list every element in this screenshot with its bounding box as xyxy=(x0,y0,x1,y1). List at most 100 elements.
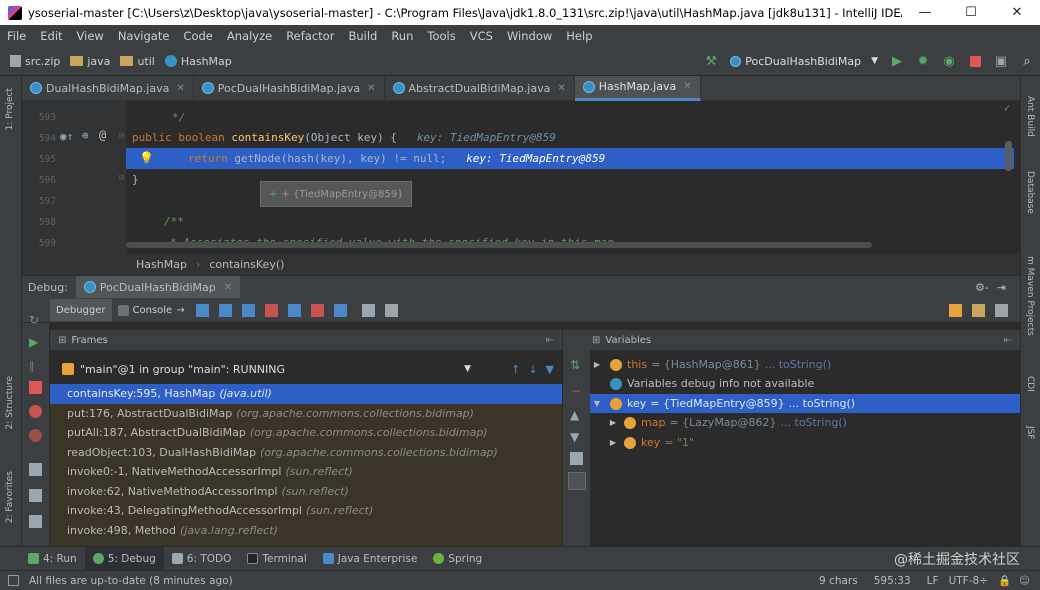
frame-item[interactable]: putAll:187, AbstractDualBidiMap (org.apac… xyxy=(50,423,562,443)
build-hammer-icon[interactable]: ⚒ xyxy=(703,53,719,69)
status-message[interactable]: All files are up-to-date (8 minutes ago) xyxy=(29,575,233,587)
variable-row-key[interactable]: ▼ key = {TiedMapEntry@859} ... toString(… xyxy=(590,394,1020,413)
move-down-icon[interactable]: ▼ xyxy=(570,430,579,444)
run-to-cursor-icon[interactable] xyxy=(333,303,347,317)
stop-icon[interactable] xyxy=(967,53,983,69)
force-step-into-icon[interactable] xyxy=(264,303,278,317)
tab-abstractdualbidimap[interactable]: AbstractDualBidiMap.java ✕ xyxy=(385,75,575,101)
show-execution-point-icon[interactable] xyxy=(195,303,209,317)
layout-icon[interactable] xyxy=(949,303,962,317)
nav-crumb-util[interactable]: util xyxy=(120,55,155,68)
frame-item[interactable]: readObject:103, DualHashBidiMap (org.apac… xyxy=(50,443,562,463)
move-up-icon[interactable]: ▲ xyxy=(570,408,579,422)
arrow-up-icon[interactable]: ↑ xyxy=(511,363,520,376)
code-editor[interactable]: 593 594 595 596 597 598 599 ◉↑ ⊕ @ ⊟ ⊟ 💡… xyxy=(22,101,1020,254)
tool-tab-debug[interactable]: 5: Debug xyxy=(84,546,164,571)
mute-breakpoints-icon[interactable] xyxy=(29,429,42,442)
frames-list[interactable]: containsKey:595, HashMap (java.util) put:… xyxy=(50,384,562,546)
menu-file[interactable]: File xyxy=(0,29,33,43)
thread-selector[interactable]: "main"@1 in group "main": RUNNING ▼ ↑ ↓ … xyxy=(50,356,562,382)
expand-arrow-icon[interactable]: ▶ xyxy=(608,418,618,427)
overrides-method-icon[interactable]: ◉↑ xyxy=(60,130,73,143)
pin-icon[interactable] xyxy=(29,515,42,528)
menu-build[interactable]: Build xyxy=(341,29,384,43)
filter-icon[interactable]: ▼ xyxy=(546,363,554,376)
project-tool-button[interactable]: 1: Project xyxy=(5,88,15,130)
menu-navigate[interactable]: Navigate xyxy=(111,29,177,43)
step-into-icon[interactable] xyxy=(241,303,255,317)
search-icon[interactable]: ⌕ xyxy=(1019,53,1035,69)
frame-item[interactable]: invoke0:-1, NativeMethodAccessorImpl (sun… xyxy=(50,462,562,482)
panel-toggle-icon[interactable] xyxy=(8,575,19,586)
remove-watch-icon[interactable]: − xyxy=(571,384,581,398)
new-watch-icon[interactable]: ⇅ xyxy=(570,358,580,372)
find-usages-icon[interactable]: ⊕ xyxy=(82,129,89,142)
menu-analyze[interactable]: Analyze xyxy=(220,29,279,43)
pause-icon[interactable]: ‖ xyxy=(29,359,42,372)
close-tab-icon[interactable]: ✕ xyxy=(683,81,691,92)
close-tab-icon[interactable]: ✕ xyxy=(367,83,375,94)
variable-row-this[interactable]: ▶ this = {HashMap@861} ... toString() xyxy=(590,355,1020,374)
favorites-tool-button[interactable]: 2: Favorites xyxy=(5,471,15,523)
cursor-position[interactable]: 595:33 xyxy=(874,575,911,587)
step-over-icon[interactable] xyxy=(218,303,232,317)
hide-panel-icon[interactable]: ⇥ xyxy=(997,281,1006,294)
inspector-icon[interactable]: ☺ xyxy=(1019,575,1030,587)
ant-build-tool-button[interactable]: Ant Build xyxy=(1025,96,1035,137)
restore-panel-icon[interactable]: ⇤ xyxy=(1004,335,1012,346)
menu-window[interactable]: Window xyxy=(500,29,559,43)
chevron-down-icon[interactable]: ▼ xyxy=(464,364,471,374)
view-breakpoints-icon[interactable] xyxy=(29,405,42,418)
tool-tab-run[interactable]: 4: Run xyxy=(20,547,85,571)
frame-item[interactable]: invoke:498, Method (java.lang.reflect) xyxy=(50,521,562,541)
evaluate-expression-icon[interactable] xyxy=(361,303,375,317)
menu-edit[interactable]: Edit xyxy=(33,29,69,43)
nav-crumb-java[interactable]: java xyxy=(70,55,110,68)
variable-row-map[interactable]: ▶ map = {LazyMap@862} ... toString() xyxy=(590,413,1020,432)
expand-plus-icon[interactable]: + xyxy=(269,189,277,200)
cdi-tool-button[interactable]: CDI xyxy=(1025,376,1035,392)
menu-vcs[interactable]: VCS xyxy=(463,29,500,43)
tab-hashmap[interactable]: HashMap.java ✕ xyxy=(574,75,701,101)
coverage-icon[interactable]: ◉ xyxy=(941,53,957,69)
tool-tab-java-enterprise[interactable]: Java Enterprise xyxy=(315,547,426,571)
step-out-icon[interactable] xyxy=(287,303,301,317)
close-tab-icon[interactable]: ✕ xyxy=(557,83,565,94)
close-tab-icon[interactable]: ✕ xyxy=(176,83,184,94)
nav-crumb-hashmap[interactable]: HashMap xyxy=(164,55,232,68)
tool-tab-terminal[interactable]: Terminal xyxy=(239,547,314,571)
jsf-tool-button[interactable]: JSF xyxy=(1025,426,1035,440)
close-window-button[interactable]: ✕ xyxy=(994,5,1040,20)
tab-debugger[interactable]: Debugger xyxy=(50,299,112,321)
editor-horizontal-scrollbar[interactable] xyxy=(126,242,872,248)
restore-panel-icon[interactable]: ⇤ xyxy=(546,335,554,346)
expand-arrow-icon[interactable]: ▶ xyxy=(592,360,602,369)
tool-tab-todo[interactable]: 6: TODO xyxy=(164,547,240,571)
frame-item[interactable]: containsKey:595, HashMap (java.util) xyxy=(50,384,562,404)
nav-crumb-srczip[interactable]: src.zip xyxy=(10,55,60,68)
breadcrumb-class[interactable]: HashMap xyxy=(136,258,187,271)
drop-frame-icon[interactable] xyxy=(310,303,324,317)
breadcrumb-method[interactable]: containsKey() xyxy=(209,258,284,271)
get-thread-dump-icon[interactable] xyxy=(29,463,42,476)
resume-icon[interactable]: ▶ xyxy=(29,335,42,349)
file-encoding[interactable]: UTF-8÷ xyxy=(949,575,988,587)
lock-icon[interactable]: 🔒 xyxy=(998,574,1011,587)
tab-pocdualhashbidimap[interactable]: PocDualHashBidiMap.java ✕ xyxy=(194,75,385,101)
settings-icon[interactable] xyxy=(29,489,42,502)
gear-icon[interactable]: ⚙- xyxy=(975,281,989,294)
editor-gutter[interactable]: 593 594 595 596 597 598 599 ◉↑ ⊕ @ ⊟ ⊟ xyxy=(22,101,126,254)
variable-row-key-field[interactable]: ▶ key = "1" xyxy=(590,433,1020,452)
project-structure-icon[interactable]: ▣ xyxy=(993,53,1009,69)
debug-icon[interactable]: ✹ xyxy=(915,53,931,69)
frame-item[interactable]: invoke:62, NativeMethodAccessorImpl (sun.… xyxy=(50,482,562,502)
frame-item[interactable]: put:176, AbstractDualBidiMap (org.apache.… xyxy=(50,404,562,424)
minimize-button[interactable]: — xyxy=(902,5,948,20)
fold-icon[interactable]: ⊟ xyxy=(119,131,124,141)
frame-item[interactable]: invoke:43, DelegatingMethodAccessorImpl(… xyxy=(50,501,562,521)
expand-arrow-icon[interactable]: ▶ xyxy=(608,438,618,447)
copy-icon[interactable] xyxy=(570,452,583,465)
stop-icon[interactable] xyxy=(29,381,42,394)
tool-tab-spring[interactable]: Spring xyxy=(425,547,490,571)
lightbulb-icon[interactable]: 💡 xyxy=(139,151,154,165)
